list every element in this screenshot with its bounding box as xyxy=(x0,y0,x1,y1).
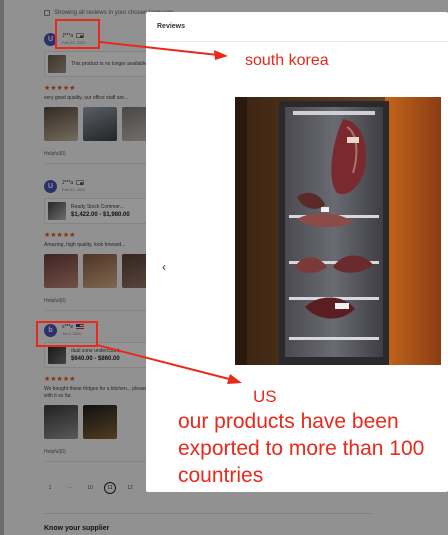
arrow-head-korea xyxy=(214,50,228,60)
annotation-export-note: our products have been exported to more … xyxy=(178,410,425,487)
arrow-head-us xyxy=(227,374,242,384)
annotation-us: US xyxy=(253,387,277,406)
arrow-line-korea xyxy=(99,41,219,56)
annotation-south-korea: south korea xyxy=(245,52,329,69)
arrow-line-us xyxy=(96,344,234,381)
